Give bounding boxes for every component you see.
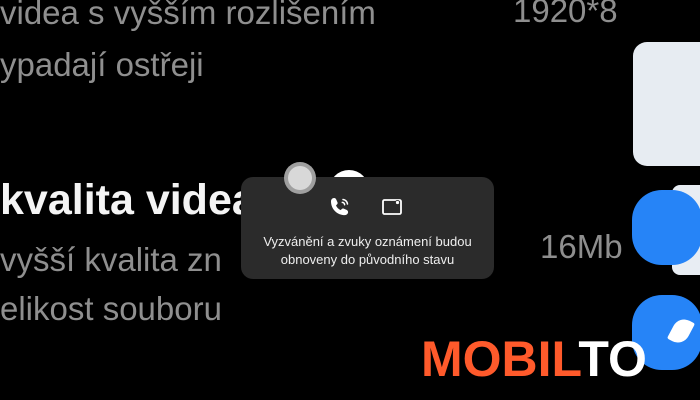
file-size-description: elikost souboru: [0, 290, 222, 327]
floating-blue-button[interactable]: [632, 190, 700, 265]
video-quality-title[interactable]: kvalita videa: [0, 176, 256, 225]
logo-text-mobil: MOBIL: [421, 331, 579, 387]
screen-cast-icon: [380, 195, 404, 219]
toast-icons: [241, 195, 494, 219]
bitrate-value: 16Mb: [540, 228, 623, 265]
logo-text-to: TO: [578, 331, 647, 387]
toast-message-line2: obnoveny do původního stavu: [280, 252, 455, 267]
mobilto-watermark-logo: MOBILTO: [421, 334, 647, 384]
resolution-value: 1920*8: [513, 0, 618, 29]
video-sharpness-description: ypadají ostřeji: [0, 46, 204, 83]
floating-dot-icon[interactable]: [288, 166, 312, 190]
phone-wave-icon: [328, 195, 352, 219]
toast-message-line1: Vyzvánění a zvuky oznámení budou: [263, 234, 472, 249]
toast-message: Vyzvánění a zvuky oznámení budou obnoven…: [249, 233, 486, 269]
video-quality-description: vyšší kvalita zn: [0, 241, 222, 278]
floating-preview-card: [633, 42, 700, 166]
video-resolution-description: videa s vyšším rozlišením: [0, 0, 376, 31]
sound-restore-toast: Vyzvánění a zvuky oznámení budou obnoven…: [241, 177, 494, 279]
